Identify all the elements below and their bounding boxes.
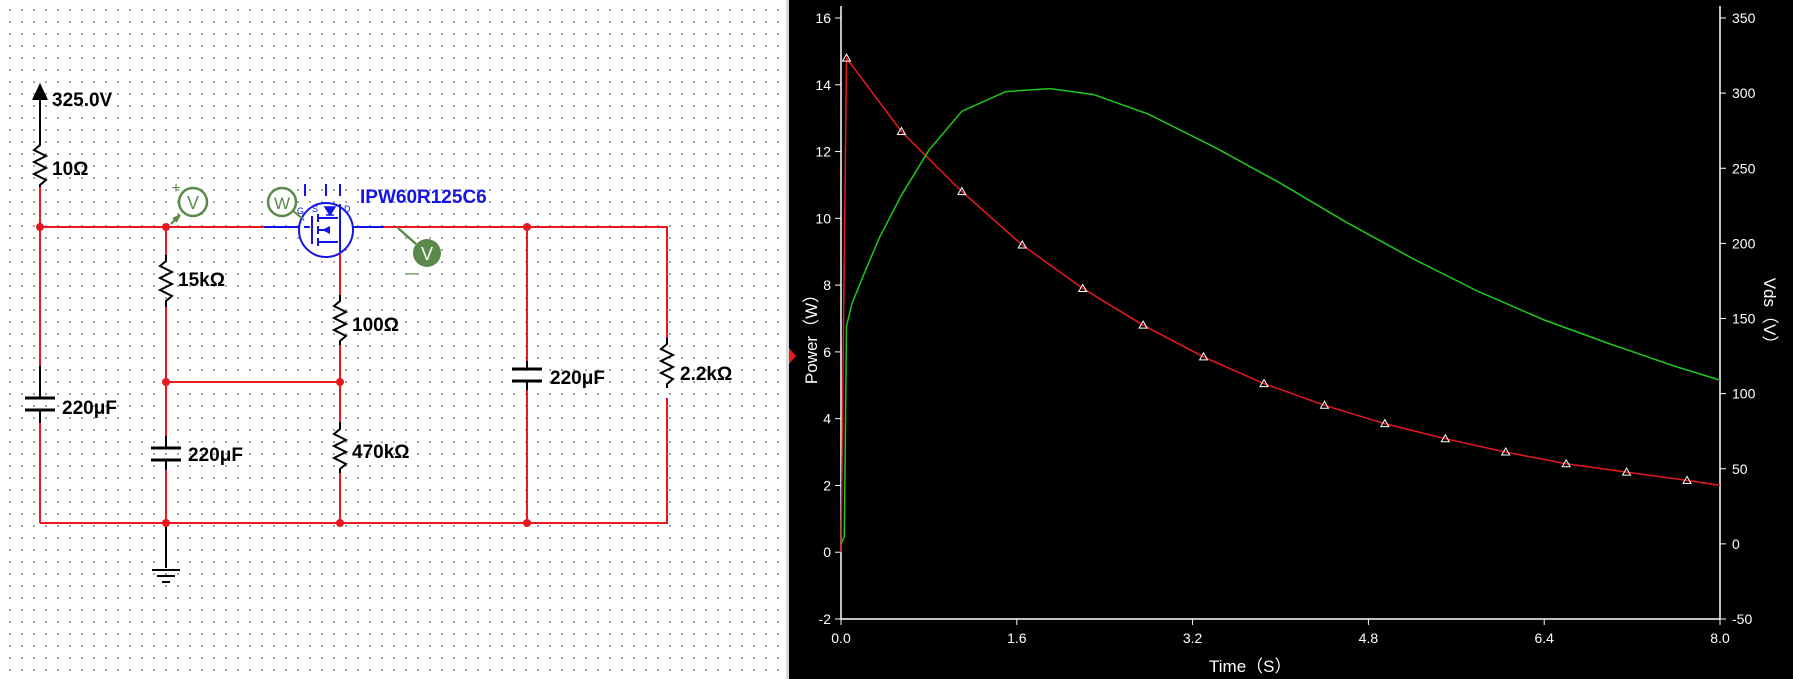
resistor-470k[interactable] bbox=[331, 422, 349, 473]
y-tick-label: 10 bbox=[815, 210, 831, 226]
x-tick-label: 1.6 bbox=[1007, 630, 1027, 646]
voltmeter-1-letter: V bbox=[187, 193, 199, 213]
cursor-marker-icon[interactable] bbox=[789, 348, 796, 364]
y-right-tick-label: 150 bbox=[1732, 311, 1756, 327]
y-right-tick-label: 350 bbox=[1732, 10, 1756, 26]
transient-chart: 0.0 1.6 3.2 4.8 6.4 8.0 -2 0 2 4 6 8 10 12 14 16 -50 0 5… bbox=[789, 6, 1779, 676]
x-axis-ticks: 0.0 1.6 3.2 4.8 6.4 8.0 bbox=[831, 619, 1730, 646]
x-tick-label: 0.0 bbox=[831, 630, 851, 646]
voltmeter-probe-2[interactable]: V _ bbox=[397, 227, 441, 276]
y-right-tick-label: 0 bbox=[1732, 536, 1740, 552]
junction-dots bbox=[36, 223, 531, 527]
y-tick-label: 4 bbox=[823, 411, 831, 427]
mosfet-label: IPW60R125C6 bbox=[360, 187, 487, 208]
voltage-source-arrow-icon[interactable] bbox=[32, 83, 48, 100]
capacitor-output-label: 220μF bbox=[550, 368, 605, 389]
grapher-panel[interactable]: 0.0 1.6 3.2 4.8 6.4 8.0 -2 0 2 4 6 8 10 12 14 16 -50 0 5… bbox=[789, 0, 1793, 679]
voltmeter-2-letter: V bbox=[421, 244, 433, 264]
y-right-tick-label: 50 bbox=[1732, 461, 1748, 477]
wattmeter-probe[interactable]: W bbox=[266, 186, 305, 221]
resistor-10ohm-label: 10Ω bbox=[52, 159, 88, 180]
capacitor-gate-label: 220μF bbox=[188, 445, 243, 466]
circuit-schematic: 325.0V 10Ω 15kΩ 100Ω 470kΩ 2.2kΩ 220μF 2… bbox=[25, 83, 732, 583]
y-axis-right-title: Vds（V） bbox=[1760, 278, 1779, 353]
ground-icon[interactable] bbox=[152, 569, 180, 583]
y-right-tick-label: 300 bbox=[1732, 85, 1756, 101]
y-tick-label: 12 bbox=[815, 144, 831, 160]
schematic-canvas[interactable]: 325.0V 10Ω 15kΩ 100Ω 470kΩ 2.2kΩ 220μF 2… bbox=[0, 0, 786, 679]
x-tick-label: 4.8 bbox=[1359, 630, 1379, 646]
capacitor-output[interactable] bbox=[512, 367, 542, 383]
voltmeter-probe-1[interactable]: V + bbox=[170, 180, 209, 225]
resistor-15k[interactable] bbox=[157, 255, 175, 307]
resistor-2k2-label: 2.2kΩ bbox=[680, 364, 732, 385]
voltmeter-1-plus: + bbox=[171, 180, 180, 197]
voltage-source-label: 325.0V bbox=[52, 90, 113, 111]
mosfet-pin-source: S bbox=[312, 204, 318, 214]
capacitor-input[interactable] bbox=[25, 396, 55, 412]
x-axis-title: Time（S） bbox=[1209, 657, 1292, 676]
y-tick-label: 0 bbox=[823, 544, 831, 560]
y-right-tick-label: 250 bbox=[1732, 160, 1756, 176]
resistor-100ohm-label: 100Ω bbox=[352, 315, 399, 336]
y-tick-label: 8 bbox=[823, 277, 831, 293]
x-tick-label: 6.4 bbox=[1534, 630, 1554, 646]
y-right-tick-label: 100 bbox=[1732, 386, 1756, 402]
capacitor-input-label: 220μF bbox=[62, 398, 117, 419]
y-right-tick-label: 200 bbox=[1732, 235, 1756, 251]
chart-series bbox=[840, 53, 1721, 553]
resistor-100ohm[interactable] bbox=[331, 295, 349, 345]
x-tick-label: 8.0 bbox=[1710, 630, 1730, 646]
y-tick-label: -2 bbox=[819, 611, 832, 627]
y-tick-label: 6 bbox=[823, 344, 831, 360]
resistor-10ohm[interactable] bbox=[31, 140, 49, 187]
capacitor-gate[interactable] bbox=[151, 446, 181, 462]
y-right-tick-label: -50 bbox=[1732, 611, 1752, 627]
wattmeter-letter: W bbox=[274, 194, 290, 213]
y-axis-left-title: Power（W） bbox=[802, 286, 821, 384]
resistor-15k-label: 15kΩ bbox=[178, 270, 225, 291]
y-axis-right-ticks: -50 0 50 100 150 200 250 300 350 bbox=[1720, 10, 1756, 627]
circuit-wires bbox=[39, 187, 668, 524]
y-tick-label: 16 bbox=[815, 10, 831, 26]
resistor-470k-label: 470kΩ bbox=[352, 442, 410, 463]
y-tick-label: 14 bbox=[815, 77, 831, 93]
resistor-2k2[interactable] bbox=[658, 338, 676, 388]
x-tick-label: 3.2 bbox=[1183, 630, 1203, 646]
series-line-2 bbox=[840, 87, 1721, 545]
voltmeter-2-minus: _ bbox=[406, 255, 418, 276]
y-tick-label: 2 bbox=[823, 477, 831, 493]
series-line-1 bbox=[840, 55, 1721, 553]
mosfet-pin-drain: D bbox=[344, 204, 351, 214]
